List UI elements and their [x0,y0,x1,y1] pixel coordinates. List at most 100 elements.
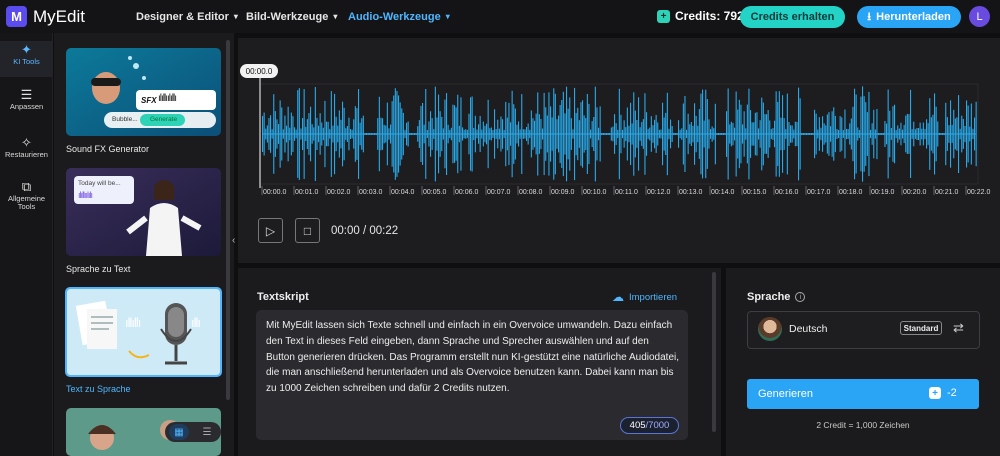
tool-card-sound-fx[interactable]: SFX ılıllıılıllı Bubble... Generate [66,48,221,136]
waveform-bar [348,117,350,151]
sidebar-item-restaurieren[interactable]: ✧ Restaurieren [0,136,53,171]
waveform-bar [554,93,556,175]
waveform-bar [678,120,680,148]
waveform-bar [777,102,779,166]
waveform-bar [386,102,388,166]
tool-card-text-zu-sprache[interactable]: ıllıllı ıllı [65,287,222,377]
waveform-bar [465,129,467,139]
waveform-bar [545,107,547,161]
waveform-bar [382,118,384,150]
magic-wand-icon: ✦ [21,42,32,57]
nav-designer-editor[interactable]: Designer & Editor ▾ [136,0,238,33]
app-logo[interactable]: M MyEdit [6,6,85,27]
waveform-bar [972,128,974,140]
stop-button[interactable]: □ [295,218,320,243]
waveform-bar [417,126,419,142]
sidebar-item-anpassen[interactable]: ☰ Anpassen [0,88,53,121]
tool-panel-scrollbar[interactable] [226,40,230,400]
swap-icon[interactable]: ⇄ [953,320,964,336]
nav-bild-werkzeuge[interactable]: Bild-Werkzeuge ▾ [246,0,337,33]
waveform-bar [542,128,544,140]
waveform-bar [498,128,500,140]
nav-label: Bild-Werkzeuge [246,10,329,23]
waveform-bar [930,117,932,151]
sidebar-item-allgemeine-tools[interactable]: ⧉ Allgemeine Tools [0,180,53,223]
grid-view-icon[interactable]: ▦ [169,424,189,440]
list-view-icon[interactable]: ☰ [197,424,217,440]
waveform-bar [503,130,505,138]
voice-type-badge: Standard [900,321,942,335]
waveform-bar [292,116,294,152]
waveform-bar [759,120,761,148]
waveform-bar [726,111,728,157]
waveform-bar [831,111,833,157]
waveform-bar [396,91,398,177]
download-icon: ⭳ [867,10,872,23]
waveform-bar [314,87,316,181]
waveform-bar [362,115,364,153]
waveform-bar [457,94,459,174]
waveform-bar [929,98,931,170]
waveform-bar [518,121,520,147]
timeline-tick-label: 00:18.0 [839,189,862,196]
tool-card-sprache-zu-text[interactable]: Today will be... ılıllıılılı [66,168,221,256]
waveform-bar [950,100,952,168]
waveform-bar [289,127,291,141]
waveform-bar [807,133,809,135]
waveform-bar [569,97,571,171]
waveform-bar [564,113,566,155]
logo-icon: M [6,6,27,27]
waveform-bar [810,133,812,135]
waveform-bar [623,120,625,148]
waveform-bar [527,123,529,145]
top-bar: M MyEdit Designer & Editor ▾ Bild-Werkzeu… [0,0,1000,33]
waveform-bar [762,102,764,166]
char-count-value: 405 [629,420,646,431]
waveform-bar [265,128,267,140]
text-panel-scrollbar[interactable] [712,272,716,432]
get-credits-button[interactable]: Credits erhalten [740,6,845,28]
waveform-bar [329,129,331,139]
waveform-bar [951,125,953,143]
waveform-bar [338,110,340,158]
waveform-bar [262,115,264,152]
waveform-bar [550,106,552,162]
view-toggle[interactable]: ▦ ☰ [165,422,221,442]
nav-audio-werkzeuge[interactable]: Audio-Werkzeuge ▾ [348,0,450,33]
waveform-bar [622,129,624,139]
waveform-bar [390,124,392,144]
waveform-bar [471,96,473,172]
waveform-bar [372,133,374,135]
waveform-bar [502,119,504,149]
waveform-bar [846,128,848,140]
script-text[interactable]: Mit MyEdit lassen sich Texte schnell und… [266,318,680,397]
tool-category-sidebar: ✦ KI Tools ☰ Anpassen ✧ Restaurieren ⧉ A… [0,33,53,456]
download-button[interactable]: ⭳ Herunterladen [857,6,961,28]
waveform-bar [546,115,548,153]
waveform-bar [297,90,299,178]
waveform-bar [847,129,849,139]
waveform-bar [719,133,721,135]
waveform-bar [340,119,342,149]
credit-icon: + [929,387,941,399]
waveform-bar [270,115,272,153]
waveform-bar [900,122,902,146]
waveform-bar [804,133,806,135]
import-button[interactable]: ☁ Importieren [612,290,677,304]
waveform-bar [774,120,776,148]
waveform-bar [942,133,944,135]
waveform-bar [713,128,715,140]
waveform-bar [572,129,574,139]
waveform-bar [300,128,302,140]
waveform-bar [844,109,846,159]
play-button[interactable]: ▷ [258,218,283,243]
playhead-timecode[interactable]: 00:00.0 [240,64,278,78]
stt-bubble-text: Today will be... [78,180,121,187]
waveform-bar [681,128,683,140]
waveform-bar [934,93,936,175]
user-avatar[interactable]: L [969,6,990,27]
info-icon[interactable]: i [795,292,806,302]
waveform-bar [710,129,712,139]
sidebar-item-ki-tools[interactable]: ✦ KI Tools [0,41,53,77]
waveform-bar [692,125,694,143]
